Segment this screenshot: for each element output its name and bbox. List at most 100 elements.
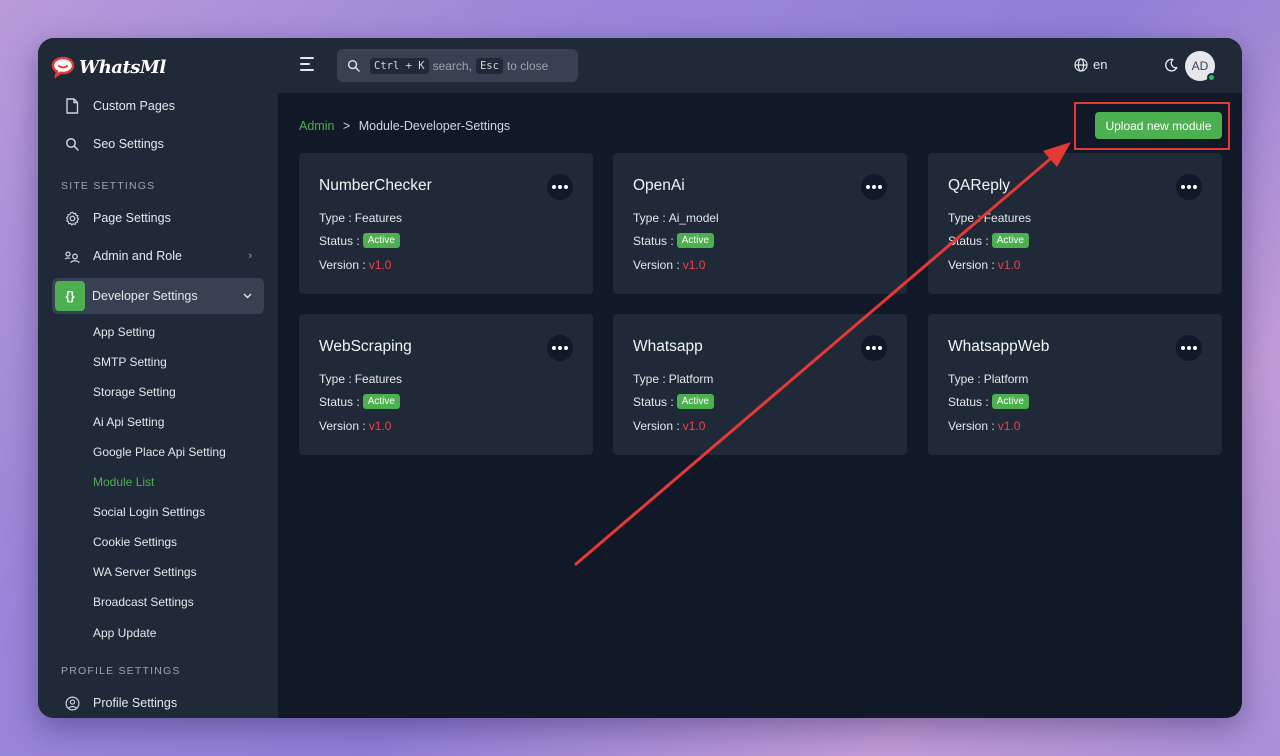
sidebar-item-custom-pages[interactable]: Custom Pages <box>52 88 264 124</box>
module-version-row: Version : v1.0 <box>948 419 1020 433</box>
sidebar-subitem-module-list[interactable]: Module List <box>93 475 154 489</box>
field-label: Version : <box>319 419 366 433</box>
sidebar-subitem-broadcast-settings[interactable]: Broadcast Settings <box>93 595 194 609</box>
field-label: Version : <box>319 258 366 272</box>
module-type-row: Type : Features <box>319 211 402 225</box>
sidebar-item-label: Admin and Role <box>93 249 182 263</box>
sidebar-subitem-storage-setting[interactable]: Storage Setting <box>93 385 176 399</box>
module-type-row: Type : Platform <box>948 372 1028 386</box>
module-status-row: Status : Active <box>948 233 1029 248</box>
file-icon <box>60 94 84 118</box>
module-name: Whatsapp <box>633 338 703 355</box>
module-type: Features <box>354 211 403 225</box>
sidebar-item-label: Page Settings <box>93 211 171 225</box>
module-name: WebScraping <box>319 338 412 355</box>
module-status-row: Status : Active <box>948 394 1029 409</box>
field-label: Status : <box>633 394 674 409</box>
shortcut-key-open: Ctrl + K <box>370 57 429 74</box>
avatar[interactable]: AD <box>1185 51 1216 82</box>
sidebar-item-label: Developer Settings <box>92 289 198 303</box>
sidebar-subitem-app-setting[interactable]: App Setting <box>93 325 155 339</box>
sidebar: WhatsMl Custom Pages Seo Settings SITE S… <box>38 38 278 718</box>
sidebar-subitem-google-place-api-setting[interactable]: Google Place Api Setting <box>93 445 226 459</box>
gear-icon <box>60 206 84 230</box>
field-label: Status : <box>319 233 360 248</box>
status-badge: Active <box>676 233 714 248</box>
module-card: OpenAi Type : Ai_model Status : Active Ver… <box>613 153 907 294</box>
sidebar-item-label: Seo Settings <box>93 137 164 151</box>
module-type: Features <box>354 372 403 386</box>
field-label: Status : <box>319 394 360 409</box>
module-type: Platform <box>983 372 1029 386</box>
sidebar-item-developer-settings[interactable]: {} Developer Settings <box>52 278 264 314</box>
chat-logo-icon <box>51 56 75 78</box>
field-label: Type : <box>319 372 352 386</box>
language-selector[interactable]: en <box>1074 57 1107 72</box>
module-status-row: Status : Active <box>633 233 714 248</box>
sidebar-subitem-wa-server-settings[interactable]: WA Server Settings <box>93 565 197 579</box>
avatar-initials: AD <box>1191 59 1209 73</box>
moon-icon[interactable] <box>1164 58 1178 72</box>
module-version: v1.0 <box>682 419 706 433</box>
chevron-down-icon <box>243 290 252 302</box>
sidebar-subitem-app-update[interactable]: App Update <box>93 626 156 640</box>
field-label: Version : <box>633 419 680 433</box>
sidebar-subitem-cookie-settings[interactable]: Cookie Settings <box>93 535 177 549</box>
field-label: Type : <box>633 372 666 386</box>
sidebar-item-page-settings[interactable]: Page Settings <box>52 200 264 236</box>
breadcrumb-root-link[interactable]: Admin <box>299 119 334 133</box>
annotation-highlight-box <box>1074 102 1230 150</box>
sidebar-item-seo-settings[interactable]: Seo Settings <box>52 126 264 162</box>
online-status-dot <box>1207 73 1216 82</box>
module-type-row: Type : Platform <box>633 372 713 386</box>
search-input[interactable]: Ctrl + K search, Esc to close <box>337 49 578 82</box>
sidebar-item-profile-settings[interactable]: Profile Settings <box>52 685 264 718</box>
module-version-row: Version : v1.0 <box>948 258 1020 272</box>
more-options-icon[interactable] <box>1176 174 1202 200</box>
module-type: Platform <box>668 372 714 386</box>
globe-icon <box>1074 57 1088 72</box>
field-label: Version : <box>948 258 995 272</box>
more-options-icon[interactable] <box>861 174 887 200</box>
field-label: Status : <box>948 394 989 409</box>
breadcrumb: Admin > Module-Developer-Settings <box>299 119 510 133</box>
module-version: v1.0 <box>997 419 1021 433</box>
menu-toggle-icon[interactable] <box>300 57 316 71</box>
module-name: OpenAi <box>633 177 685 194</box>
module-type-row: Type : Features <box>948 211 1031 225</box>
module-type: Features <box>983 211 1032 225</box>
logo[interactable]: WhatsMl <box>51 54 166 80</box>
module-card: Whatsapp Type : Platform Status : Active V… <box>613 314 907 455</box>
breadcrumb-separator: > <box>342 119 351 133</box>
more-options-icon[interactable] <box>547 174 573 200</box>
sidebar-subitem-smtp-setting[interactable]: SMTP Setting <box>93 355 167 369</box>
shortcut-key-close: Esc <box>475 57 503 74</box>
users-icon <box>60 244 84 268</box>
module-card: NumberChecker Type : Features Status : Act… <box>299 153 593 294</box>
sidebar-subitem-ai-api-setting[interactable]: Ai Api Setting <box>93 415 164 429</box>
search-icon <box>60 132 84 156</box>
more-options-icon[interactable] <box>547 335 573 361</box>
module-status-row: Status : Active <box>633 394 714 409</box>
sidebar-item-admin-and-role[interactable]: Admin and Role › <box>52 238 264 274</box>
field-label: Type : <box>948 211 981 225</box>
module-version-row: Version : v1.0 <box>319 258 391 272</box>
module-version-row: Version : v1.0 <box>319 419 391 433</box>
module-name: WhatsappWeb <box>948 338 1050 355</box>
module-card: WhatsappWeb Type : Platform Status : Activ… <box>928 314 1222 455</box>
more-options-icon[interactable] <box>1176 335 1202 361</box>
status-badge: Active <box>991 394 1029 409</box>
search-icon <box>347 59 360 72</box>
sidebar-item-label: Profile Settings <box>93 696 178 710</box>
module-version: v1.0 <box>682 258 706 272</box>
module-status-row: Status : Active <box>319 233 400 248</box>
sidebar-subitem-social-login-settings[interactable]: Social Login Settings <box>93 505 205 519</box>
module-name: NumberChecker <box>319 177 432 194</box>
breadcrumb-current: Module-Developer-Settings <box>358 119 511 133</box>
module-version-row: Version : v1.0 <box>633 419 705 433</box>
chevron-right-icon: › <box>248 250 252 262</box>
more-options-icon[interactable] <box>861 335 887 361</box>
language-code: en <box>1093 57 1108 72</box>
module-version: v1.0 <box>997 258 1021 272</box>
status-badge: Active <box>362 233 400 248</box>
